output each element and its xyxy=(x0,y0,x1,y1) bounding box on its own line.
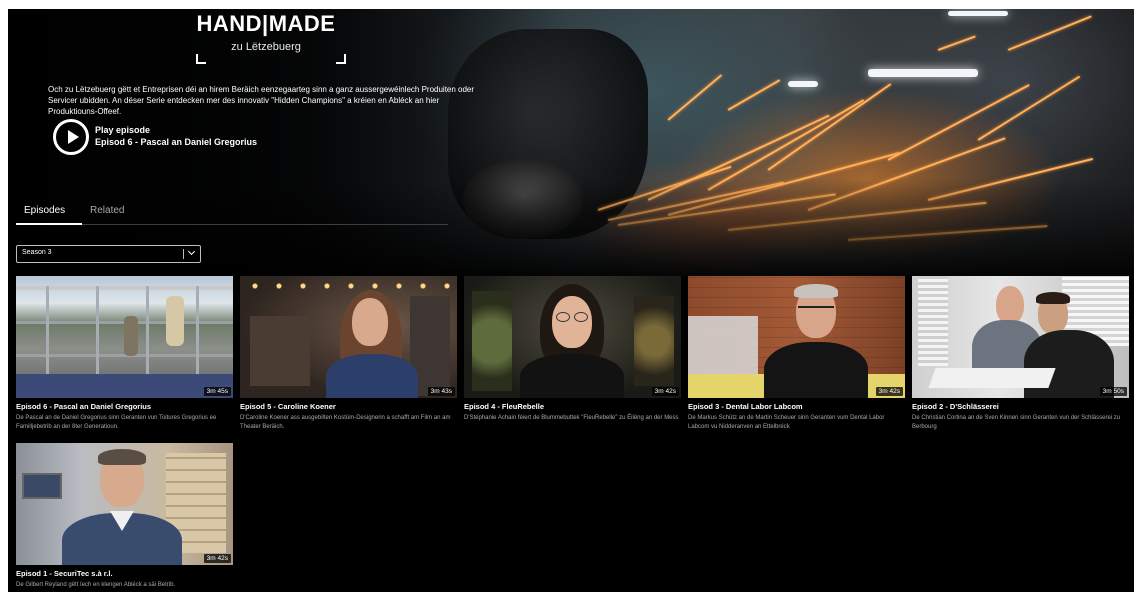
spark xyxy=(767,83,892,171)
episode-thumbnail[interactable]: 3m 42s xyxy=(688,276,905,398)
active-tab-indicator xyxy=(16,223,82,225)
episode-thumbnail[interactable]: 3m 50s xyxy=(912,276,1129,398)
episode-card-1[interactable]: 3m 42s Episod 1 - SecuriTec s.à r.l. De … xyxy=(16,443,233,592)
episode-duration: 3m 42s xyxy=(203,554,231,563)
play-icon xyxy=(68,130,79,144)
episode-description: D'Stéphanie Achain féiert de Blummebutte… xyxy=(464,415,679,421)
episode-description: De Gilbert Reyland gëtt Iech en klengen … xyxy=(16,582,176,588)
episode-thumbnail[interactable]: 3m 42s xyxy=(464,276,681,398)
episode-thumbnail[interactable]: 3m 42s xyxy=(16,443,233,565)
ceiling-light xyxy=(788,81,818,87)
play-button[interactable] xyxy=(53,119,89,155)
hero-banner: HAND|MADE zu Lëtzebuerg Och zu Lëtzebuer… xyxy=(8,9,1134,277)
chevron-down-icon xyxy=(187,247,196,256)
episode-card-2[interactable]: 3m 50s Episod 2 - D'Schlässerei De Chris… xyxy=(912,276,1129,436)
spark xyxy=(727,79,781,111)
episode-card-4[interactable]: 3m 42s Episod 4 - FleuRebelle D'Stéphani… xyxy=(464,276,681,436)
logo-bracket-left xyxy=(196,54,206,64)
episode-thumbnail[interactable]: 3m 45s xyxy=(16,276,233,398)
spark xyxy=(1007,15,1092,51)
episode-description: De Christian Cortina an de Sven Kinnen s… xyxy=(912,415,1121,430)
episode-card-3[interactable]: 3m 42s Episod 3 - Dental Labor Labcom De… xyxy=(688,276,905,436)
logo-bracket-right xyxy=(336,54,346,64)
episode-title[interactable]: Episod 1 - SecuriTec s.à r.l. xyxy=(16,569,233,578)
episode-duration: 3m 50s xyxy=(1099,387,1127,396)
spark xyxy=(707,99,865,191)
show-description: Och zu Lëtzebuerg gëtt et Entreprisen dé… xyxy=(48,85,475,116)
episode-title[interactable]: Episod 5 - Caroline Koener xyxy=(240,402,457,411)
episode-duration: 3m 42s xyxy=(651,387,679,396)
episode-card-5[interactable]: 3m 43s Episod 5 - Caroline Koener D'Caro… xyxy=(240,276,457,436)
episode-title[interactable]: Episod 4 - FleuRebelle xyxy=(464,402,681,411)
episode-duration: 3m 45s xyxy=(203,387,231,396)
logo-subtitle: zu Lëtzebuerg xyxy=(231,41,301,53)
logo-title: HAND|MADE xyxy=(196,11,336,36)
episode-thumbnail[interactable]: 3m 43s xyxy=(240,276,457,398)
tab-episodes[interactable]: Episodes xyxy=(24,205,65,216)
tab-related[interactable]: Related xyxy=(90,205,124,216)
episode-duration: 3m 42s xyxy=(875,387,903,396)
ceiling-light xyxy=(948,11,1008,16)
episode-title[interactable]: Episod 3 - Dental Labor Labcom xyxy=(688,402,905,411)
episode-description: D'Caroline Koener ass ausgebilten Kostüm… xyxy=(240,415,451,430)
app-window: HAND|MADE zu Lëtzebuerg Och zu Lëtzebuer… xyxy=(8,9,1134,592)
spark xyxy=(887,84,1030,161)
episode-description: De Markus Schütz an de Martin Scheuer si… xyxy=(688,415,885,430)
play-episode-label[interactable]: Play episode xyxy=(95,125,150,135)
dropdown-divider xyxy=(183,249,184,259)
spark xyxy=(667,74,723,121)
spark xyxy=(937,35,976,51)
season-dropdown[interactable]: Season 3 xyxy=(16,245,201,263)
play-episode-title[interactable]: Episod 6 - Pascal an Daniel Gregorius xyxy=(95,137,257,147)
ceiling-light xyxy=(868,69,978,77)
show-logo: HAND|MADE zu Lëtzebuerg xyxy=(186,11,346,67)
episode-title[interactable]: Episod 2 - D'Schlässerei xyxy=(912,402,1129,411)
tab-bar: Episodes Related xyxy=(16,203,448,225)
season-dropdown-value: Season 3 xyxy=(22,249,52,256)
episode-title[interactable]: Episod 6 - Pascal an Daniel Gregorius xyxy=(16,402,233,411)
episode-duration: 3m 43s xyxy=(427,387,455,396)
episode-card-6[interactable]: 3m 45s Episod 6 - Pascal an Daniel Grego… xyxy=(16,276,233,436)
episode-description: De Pascal an de Daniel Gregorius sinn Ge… xyxy=(16,415,217,430)
